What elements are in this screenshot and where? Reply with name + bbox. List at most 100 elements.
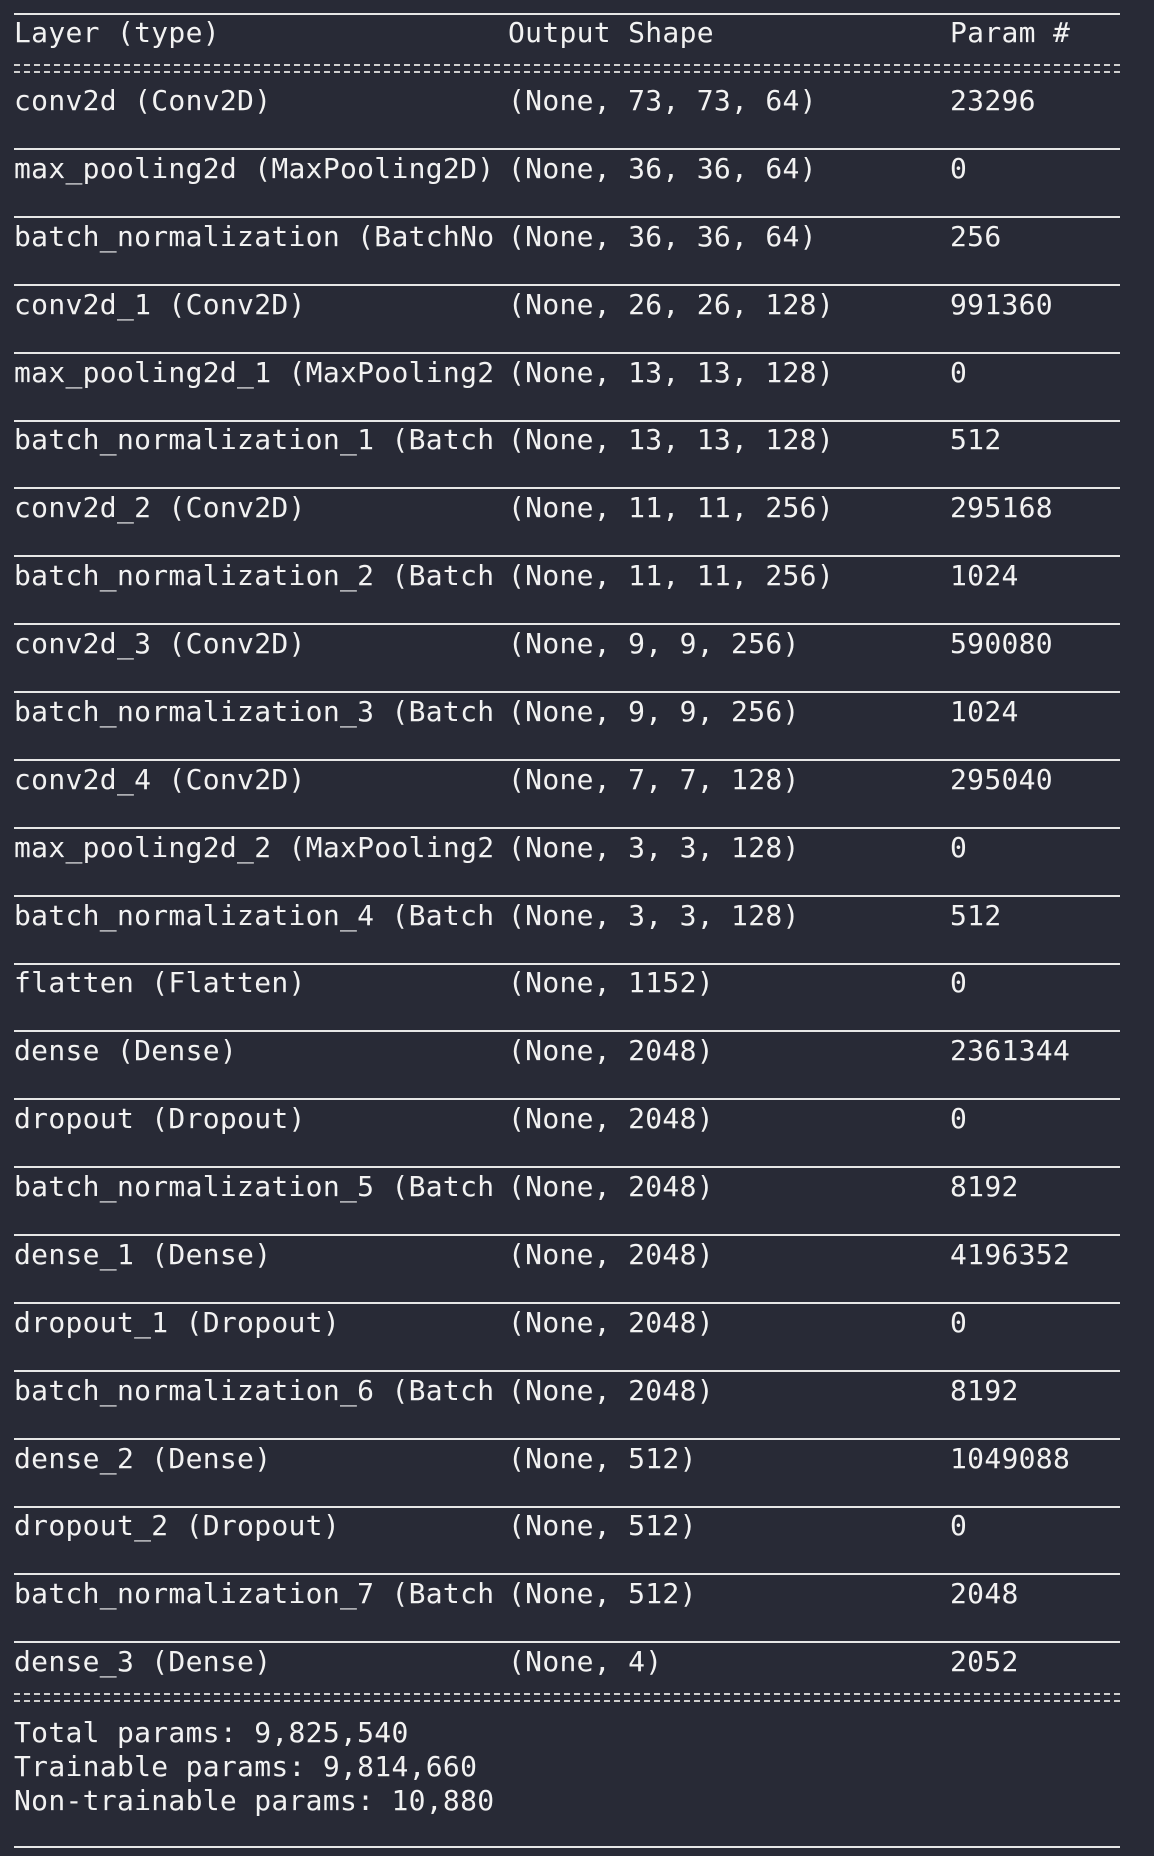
row-separator (14, 1166, 1120, 1168)
layer-name-cell: batch_normalization_7 (Batch (14, 1577, 495, 1610)
row-separator (14, 1506, 1120, 1508)
param-count-cell: 295168 (950, 491, 1053, 524)
trainable-params: Trainable params: 9,814,660 (14, 1750, 478, 1783)
param-count-cell: 1049088 (950, 1442, 1071, 1475)
layer-name-cell: batch_normalization_1 (Batch (14, 423, 495, 456)
layer-name-cell: conv2d_2 (Conv2D) (14, 491, 306, 524)
output-shape-cell: (None, 3, 3, 128) (508, 899, 800, 932)
layer-name-cell: max_pooling2d_1 (MaxPooling2 (14, 356, 495, 389)
layer-name-cell: conv2d_3 (Conv2D) (14, 627, 306, 660)
layer-name-cell: batch_normalization (BatchNo (14, 220, 495, 253)
output-shape-cell: (None, 1152) (508, 966, 714, 999)
output-shape-cell: (None, 2048) (508, 1170, 714, 1203)
layer-name-cell: max_pooling2d_2 (MaxPooling2 (14, 831, 495, 864)
top-rule (14, 13, 1120, 15)
param-count-cell: 512 (950, 423, 1002, 456)
layer-name-cell: dense (Dense) (14, 1034, 238, 1067)
row-separator (14, 1234, 1120, 1236)
layer-name-cell: dense_3 (Dense) (14, 1645, 272, 1678)
row-separator (14, 1641, 1120, 1643)
total-params: Total params: 9,825,540 (14, 1716, 409, 1749)
row-separator (14, 555, 1120, 557)
header-output-shape: Output Shape (508, 16, 714, 49)
output-shape-cell: (None, 13, 13, 128) (508, 356, 834, 389)
row-separator (14, 827, 1120, 829)
row-separator (14, 963, 1120, 965)
layer-name-cell: batch_normalization_4 (Batch (14, 899, 495, 932)
output-shape-cell: (None, 512) (508, 1509, 697, 1542)
layer-name-cell: batch_normalization_3 (Batch (14, 695, 495, 728)
layer-name-cell: conv2d_4 (Conv2D) (14, 763, 306, 796)
param-count-cell: 991360 (950, 288, 1053, 321)
output-shape-cell: (None, 7, 7, 128) (508, 763, 800, 796)
param-count-cell: 0 (950, 831, 968, 864)
output-shape-cell: (None, 11, 11, 256) (508, 559, 834, 592)
param-count-cell: 0 (950, 356, 968, 389)
output-shape-cell: (None, 3, 3, 128) (508, 831, 800, 864)
param-count-cell: 1024 (950, 559, 1019, 592)
output-shape-cell: (None, 512) (508, 1442, 697, 1475)
param-count-cell: 0 (950, 966, 968, 999)
layer-name-cell: batch_normalization_6 (Batch (14, 1374, 495, 1407)
output-shape-cell: (None, 4) (508, 1645, 663, 1678)
output-shape-cell: (None, 13, 13, 128) (508, 423, 834, 456)
row-separator (14, 1438, 1120, 1440)
output-shape-cell: (None, 26, 26, 128) (508, 288, 834, 321)
layer-name-cell: batch_normalization_2 (Batch (14, 559, 495, 592)
param-count-cell: 0 (950, 1509, 968, 1542)
param-count-cell: 4196352 (950, 1238, 1071, 1271)
footer-double-rule (14, 1693, 1120, 1702)
layer-name-cell: batch_normalization_5 (Batch (14, 1170, 495, 1203)
row-separator (14, 216, 1120, 218)
layer-name-cell: conv2d_1 (Conv2D) (14, 288, 306, 321)
row-separator (14, 1098, 1120, 1100)
row-separator (14, 691, 1120, 693)
row-separator (14, 895, 1120, 897)
param-count-cell: 1024 (950, 695, 1019, 728)
param-count-cell: 590080 (950, 627, 1053, 660)
row-separator (14, 1302, 1120, 1304)
layer-name-cell: dropout_1 (Dropout) (14, 1306, 340, 1339)
bottom-rule (14, 1846, 1120, 1848)
output-shape-cell: (None, 9, 9, 256) (508, 627, 800, 660)
row-separator (14, 148, 1120, 150)
output-shape-cell: (None, 73, 73, 64) (508, 84, 817, 117)
header-param-count: Param # (950, 16, 1071, 49)
row-separator (14, 284, 1120, 286)
layer-name-cell: dense_2 (Dense) (14, 1442, 272, 1475)
layer-name-cell: conv2d (Conv2D) (14, 84, 272, 117)
param-count-cell: 8192 (950, 1170, 1019, 1203)
output-shape-cell: (None, 512) (508, 1577, 697, 1610)
param-count-cell: 256 (950, 220, 1002, 253)
param-count-cell: 295040 (950, 763, 1053, 796)
output-shape-cell: (None, 9, 9, 256) (508, 695, 800, 728)
row-separator (14, 759, 1120, 761)
row-separator (14, 1030, 1120, 1032)
row-separator (14, 420, 1120, 422)
param-count-cell: 2361344 (950, 1034, 1071, 1067)
param-count-cell: 0 (950, 152, 968, 185)
model-summary: Layer (type) Output Shape Param # conv2d… (0, 0, 1154, 1856)
row-separator (14, 487, 1120, 489)
layer-name-cell: dropout_2 (Dropout) (14, 1509, 340, 1542)
output-shape-cell: (None, 36, 36, 64) (508, 220, 817, 253)
row-separator (14, 623, 1120, 625)
param-count-cell: 8192 (950, 1374, 1019, 1407)
output-shape-cell: (None, 36, 36, 64) (508, 152, 817, 185)
layer-name-cell: flatten (Flatten) (14, 966, 306, 999)
layer-name-cell: dropout (Dropout) (14, 1102, 306, 1135)
output-shape-cell: (None, 2048) (508, 1034, 714, 1067)
param-count-cell: 512 (950, 899, 1002, 932)
row-separator (14, 1370, 1120, 1372)
output-shape-cell: (None, 2048) (508, 1374, 714, 1407)
output-shape-cell: (None, 11, 11, 256) (508, 491, 834, 524)
row-separator (14, 1573, 1120, 1575)
output-shape-cell: (None, 2048) (508, 1102, 714, 1135)
param-count-cell: 2052 (950, 1645, 1019, 1678)
header-layer-type: Layer (type) (14, 16, 220, 49)
param-count-cell: 23296 (950, 84, 1036, 117)
non-trainable-params: Non-trainable params: 10,880 (14, 1784, 495, 1817)
layer-name-cell: dense_1 (Dense) (14, 1238, 272, 1271)
output-shape-cell: (None, 2048) (508, 1306, 714, 1339)
param-count-cell: 0 (950, 1102, 968, 1135)
